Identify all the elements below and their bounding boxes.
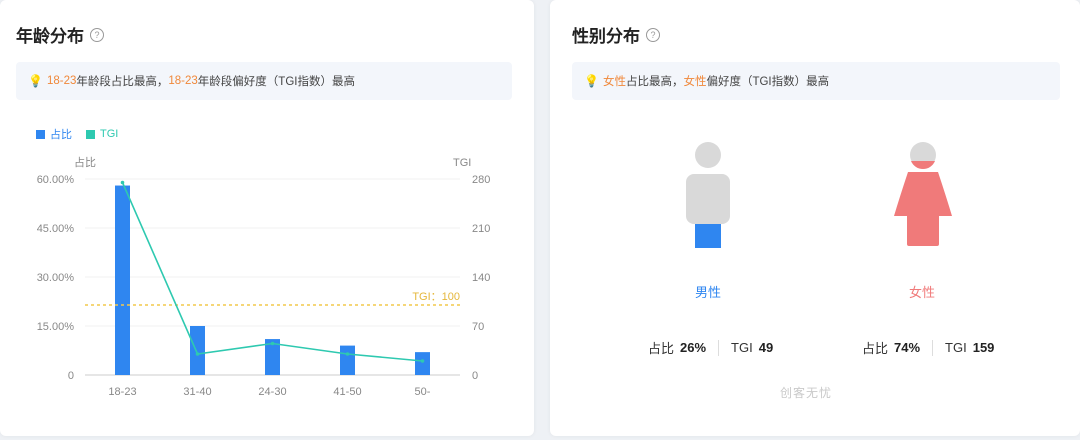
legend-label-tgi: TGI [100,128,119,140]
female-tgi-label: TGI [945,340,967,355]
male-legs [695,224,721,248]
x-tick-label: 31-40 [183,386,211,398]
male-head [695,142,721,168]
lightbulb-icon: 💡 [28,74,43,88]
male-tgi-label: TGI [731,340,753,355]
female-label: 女性 [908,285,935,300]
female-body [894,172,952,246]
female-tgi-value: 159 [972,340,995,355]
tip-highlight: 女性 [602,76,626,88]
tip-text: 占比最高， [625,76,684,88]
tgi-point [420,359,425,363]
chart-legend: 占比 TGI [36,126,118,142]
help-icon[interactable]: ? [646,27,660,42]
stats-divider [718,339,720,356]
tip-highlight: 18-23 [168,75,198,87]
bar [340,345,355,375]
legend-swatch-bar [36,129,45,139]
x-tick-label: 18-23 [108,386,136,398]
y-tick-label: 60.00% [37,174,75,186]
male-tgi-value: 49 [758,340,774,355]
male-label: 男性 [694,285,721,300]
help-icon[interactable]: ? [90,27,104,42]
y-tick-label: 0 [68,370,74,382]
male-share-value: 26% [680,340,707,355]
tip-text: 偏好度（TGI指数）最高 [706,76,830,88]
y-tick-label: 30.00% [37,272,75,284]
tgi-point [195,352,200,356]
male-figure-icon [686,142,730,248]
female-figure-icon [894,142,952,246]
bar [115,185,130,375]
tgi-point [270,341,275,346]
legend-swatch-line [86,129,95,139]
age-card-title: 年龄分布 ? [16,22,104,47]
tgi-point [345,352,350,356]
lightbulb-icon: 💡 [584,74,599,88]
tip-text: 年龄段占比最高， [76,76,169,88]
age-title-text: 年龄分布 [16,27,84,46]
legend-item-share[interactable]: 占比 [36,126,72,142]
x-tick-label: 24-30 [258,386,286,398]
bar [190,326,205,375]
legend-item-tgi[interactable]: TGI [86,126,118,142]
male-stats: 占比 26% TGI 49 [648,338,773,357]
male-share-label: 占比 [648,341,675,356]
watermark: 创客无忧 [780,386,833,400]
y-tick-label: 45.00% [37,223,75,235]
age-chart: 0 15.00% 30.00% 45.00% 60.00% 0 70 140 210 280 占比 T… [37,155,491,398]
y2-tick-label: 70 [472,321,484,333]
tip-highlight: 18-23 [46,75,77,87]
female-stats: 占比 74% TGI 159 [862,338,994,357]
female-share-label: 占比 [862,341,889,356]
legend-label-share: 占比 [50,129,72,141]
y2-axis-title: TGI [453,157,471,169]
x-tick-label: 50- [415,386,431,398]
y-axis-title: 占比 [74,155,96,169]
tgi-reference-label: TGI：100 [412,291,460,303]
y2-tick-label: 280 [472,174,490,186]
bar [415,352,430,375]
age-distribution-card: 年龄分布 ? 💡 18-23 年龄段占比最高， 18-23 年龄段偏好度（TGI… [0,0,534,436]
x-tick-label: 41-50 [333,386,361,398]
tgi-line [121,182,423,362]
female-share-value: 74% [894,340,921,355]
female-head-fill [911,161,935,169]
y2-tick-label: 210 [472,223,490,235]
gender-title-text: 性别分布 [572,27,640,46]
tgi-point [120,180,125,185]
tip-text: 年龄段偏好度（TGI指数）最高 [197,76,355,88]
gender-card-title: 性别分布 ? [572,22,660,47]
tip-highlight: 女性 [683,76,707,88]
gender-distribution-card: 性别分布 ? 💡 女性 占比最高， 女性 偏好度（TGI指数）最高 男性 女性 … [550,0,1080,436]
age-tip-box: 💡 18-23 年龄段占比最高， 18-23 年龄段偏好度（TGI指数）最高 [16,62,512,100]
stats-divider [932,339,934,356]
male-torso [686,174,730,224]
gender-tip-box: 💡 女性 占比最高， 女性 偏好度（TGI指数）最高 [572,62,1060,100]
y2-tick-label: 0 [472,370,478,382]
y2-tick-label: 140 [472,272,490,284]
y-tick-label: 15.00% [37,321,75,333]
